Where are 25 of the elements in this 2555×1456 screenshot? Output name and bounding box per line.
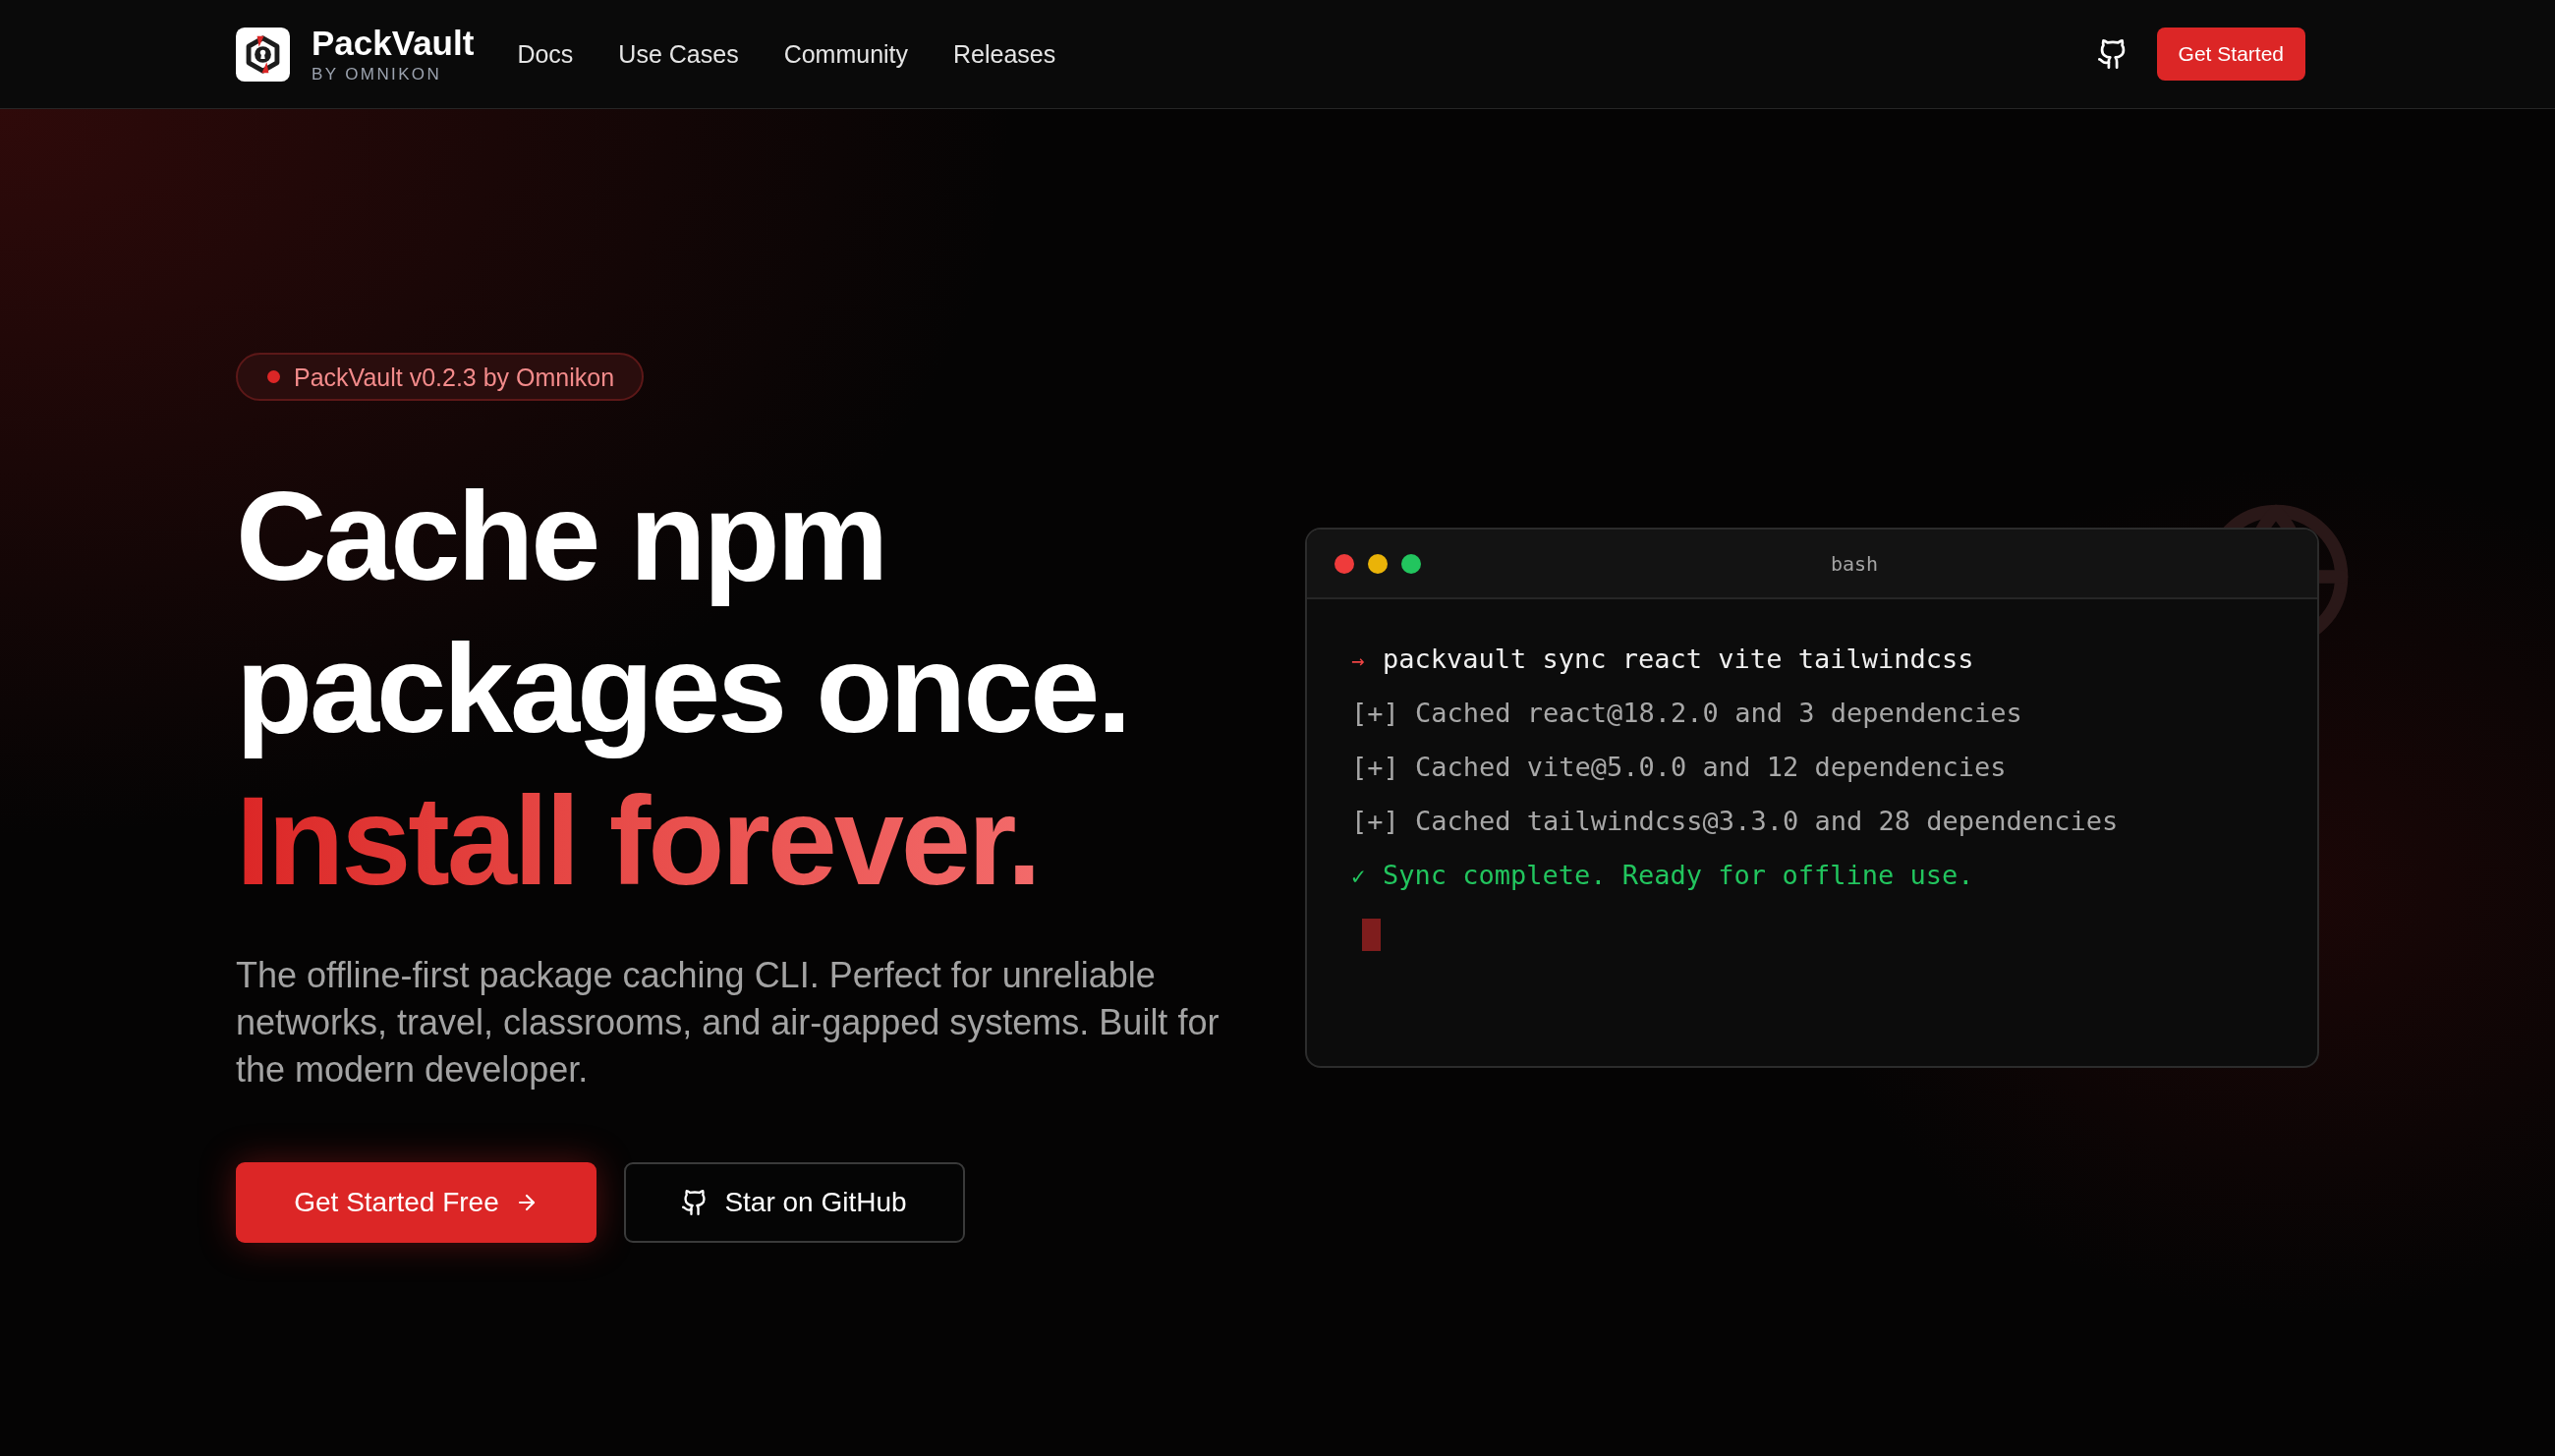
check-symbol: ✓ [1351, 862, 1367, 892]
badge-text: PackVault v0.2.3 by Omnikon [294, 362, 615, 392]
nav-link[interactable]: Community [783, 39, 909, 69]
nav-link[interactable]: Releases [953, 39, 1056, 69]
cat-icon [2097, 39, 2128, 69]
output-line: [+] Cached tailwindcss@3.3.0 and 28 dependencies [1351, 805, 2119, 838]
logo-icon [236, 27, 290, 82]
hero-heading-line: Cache npm [236, 465, 886, 608]
brand-name: PackVault [312, 24, 475, 62]
get-started-button[interactable]: Get Started [2156, 28, 2305, 81]
cat-icon [682, 1190, 709, 1215]
cta-button[interactable]: Get Started Free [236, 1162, 596, 1243]
hero-description: The offline-first package caching CLI. Perfect for unreliable networks, travel, classrooms, and air-gapped systems. Built for the modern developer. [236, 954, 1221, 1092]
command-text: packvault sync react vite tailwindcss [1383, 643, 1974, 676]
nav-link[interactable]: Docs [517, 39, 574, 69]
github-star-button[interactable]: Star on GitHub [624, 1162, 965, 1243]
brand-byline: BY OMNIKON [312, 64, 443, 84]
success-message: Sync complete. Ready for offline use. [1383, 859, 1974, 892]
output-line: [+] Cached vite@5.0.0 and 12 dependencies [1351, 751, 2007, 784]
prompt-symbol: → [1351, 647, 1366, 675]
nav-link[interactable]: Use Cases [618, 39, 739, 69]
output-line: [+] Cached react@18.2.0 and 3 dependencies [1351, 697, 2022, 730]
terminal-title: bash [1830, 550, 1879, 578]
github-link[interactable] [2097, 39, 2128, 69]
hero-heading-line: packages once. [236, 617, 1129, 760]
